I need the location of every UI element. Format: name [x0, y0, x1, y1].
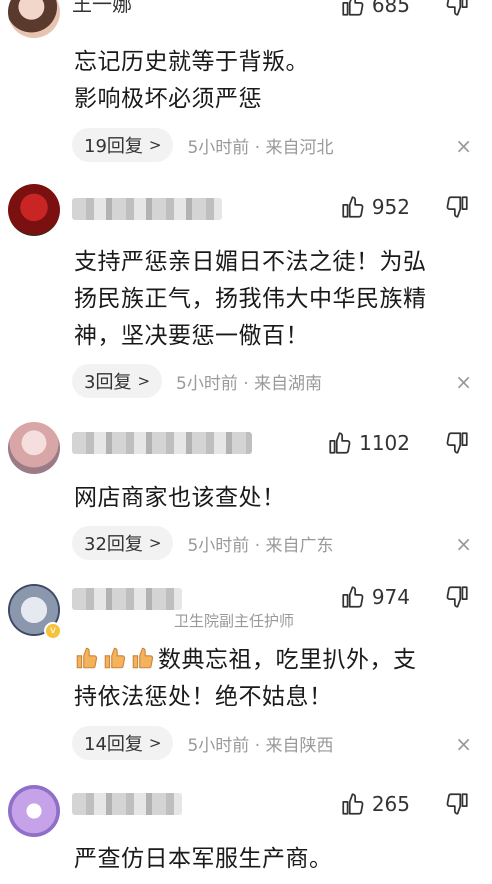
comment-line: 神，坚决要惩一儆百！ [74, 323, 309, 349]
commenter-name-blurred[interactable] [72, 198, 222, 220]
thumbs-up-emoji-icon [104, 647, 126, 669]
like-button[interactable]: 952 [340, 194, 410, 220]
comment-meta: 3回复 > 5小时前 · 来自湖南 [72, 364, 322, 398]
replies-count: 19回复 [84, 136, 143, 157]
verified-badge-icon: v [44, 622, 62, 640]
thumbs-up-icon [342, 0, 364, 16]
thumbs-up-emoji-icon [132, 647, 154, 669]
time-location: 5小时前 · 来自河北 [187, 137, 334, 158]
commenter-name-blurred[interactable] [72, 432, 252, 454]
thumbs-up-icon [342, 586, 364, 608]
comment-body: 忘记历史就等于背叛。 影响极坏必须严惩 [74, 44, 464, 118]
comment-text: 数典忘祖，吃里扒外，支 [158, 647, 417, 673]
comment-body: 数典忘祖，吃里扒外，支 持依法惩处！绝不姑息！ [74, 642, 464, 716]
comment-line: 影响极坏必须严惩 [74, 86, 262, 112]
comment-meta: 32回复 > 5小时前 · 来自广东 [72, 526, 334, 560]
like-count: 952 [371, 195, 410, 219]
thumbs-down-icon[interactable] [444, 194, 470, 220]
time-location: 5小时前 · 来自湖南 [176, 373, 323, 394]
like-button[interactable]: 974 [340, 584, 410, 610]
close-icon[interactable]: × [455, 370, 472, 394]
replies-button[interactable]: 14回复 > [72, 726, 174, 760]
time-location: 5小时前 · 来自广东 [187, 535, 334, 556]
comment-line: 忘记历史就等于背叛。 [74, 49, 309, 75]
comment-line: 支持严惩亲日媚日不法之徒！为弘 [74, 249, 427, 275]
like-button[interactable]: 685 [340, 0, 410, 18]
chevron-right-icon: > [148, 136, 162, 154]
like-count: 1102 [359, 431, 410, 455]
comment-line-2: 持依法惩处！绝不姑息！ [74, 684, 333, 710]
comment-line: 网店商家也该查处！ [74, 485, 286, 511]
like-button[interactable]: 265 [340, 791, 410, 817]
comment-5: 265 严查仿日本军服生产商。 [0, 775, 492, 884]
comment-line-1: 数典忘祖，吃里扒外，支 [74, 642, 464, 679]
close-icon[interactable]: × [455, 732, 472, 756]
comment-body: 支持严惩亲日媚日不法之徒！为弘 扬民族正气，扬我伟大中华民族精 神，坚决要惩一儆… [74, 244, 464, 355]
chevron-right-icon: > [137, 372, 151, 390]
comment-2: 952 支持严惩亲日媚日不法之徒！为弘 扬民族正气，扬我伟大中华民族精 神，坚决… [0, 170, 492, 410]
like-count: 265 [371, 792, 410, 816]
thumbs-down-icon[interactable] [444, 0, 470, 18]
avatar[interactable] [8, 785, 60, 837]
comment-4: v 卫生院副主任护师 974 数典忘祖，吃里扒外，支 持依法惩处！绝不姑息！ 1… [0, 570, 492, 775]
thumbs-up-icon [329, 432, 351, 454]
avatar[interactable] [8, 0, 60, 38]
thumbs-down-icon[interactable] [444, 791, 470, 817]
like-button[interactable]: 1102 [327, 430, 410, 456]
thumbs-up-icon [342, 793, 364, 815]
comment-body: 严查仿日本军服生产商。 [74, 841, 464, 878]
avatar[interactable] [8, 184, 60, 236]
commenter-name-blurred[interactable] [72, 793, 182, 815]
thumbs-up-icon [342, 196, 364, 218]
close-icon[interactable]: × [455, 134, 472, 158]
comment-meta: 19回复 > 5小时前 · 来自河北 [72, 128, 334, 162]
chevron-right-icon: > [148, 734, 162, 752]
comment-line: 严查仿日本军服生产商。 [74, 846, 333, 872]
avatar[interactable] [8, 422, 60, 474]
replies-button[interactable]: 3回复 > [72, 364, 163, 398]
commenter-name-blurred[interactable] [72, 588, 182, 610]
replies-count: 32回复 [84, 534, 143, 555]
comment-line: 扬民族正气，扬我伟大中华民族精 [74, 286, 427, 312]
like-count: 685 [371, 0, 410, 17]
replies-count: 3回复 [84, 372, 132, 393]
replies-button[interactable]: 32回复 > [72, 526, 174, 560]
replies-button[interactable]: 19回复 > [72, 128, 174, 162]
comment-meta: 14回复 > 5小时前 · 来自陕西 [72, 726, 334, 760]
like-count: 974 [371, 585, 410, 609]
commenter-name[interactable]: 王一娜 [72, 0, 132, 17]
chevron-right-icon: > [148, 534, 162, 552]
close-icon[interactable]: × [455, 532, 472, 556]
thumbs-down-icon[interactable] [444, 584, 470, 610]
thumbs-up-emoji-icon [76, 647, 98, 669]
comment-3: 1102 网店商家也该查处！ 32回复 > 5小时前 · 来自广东 × [0, 410, 492, 570]
comment-1: 王一娜 685 忘记历史就等于背叛。 影响极坏必须严惩 19回复 > 5小时前 … [0, 0, 492, 170]
comment-body: 网店商家也该查处！ [74, 480, 464, 517]
time-location: 5小时前 · 来自陕西 [187, 735, 334, 756]
replies-count: 14回复 [84, 734, 143, 755]
commenter-title: 卫生院副主任护师 [174, 612, 295, 630]
thumbs-down-icon[interactable] [444, 430, 470, 456]
